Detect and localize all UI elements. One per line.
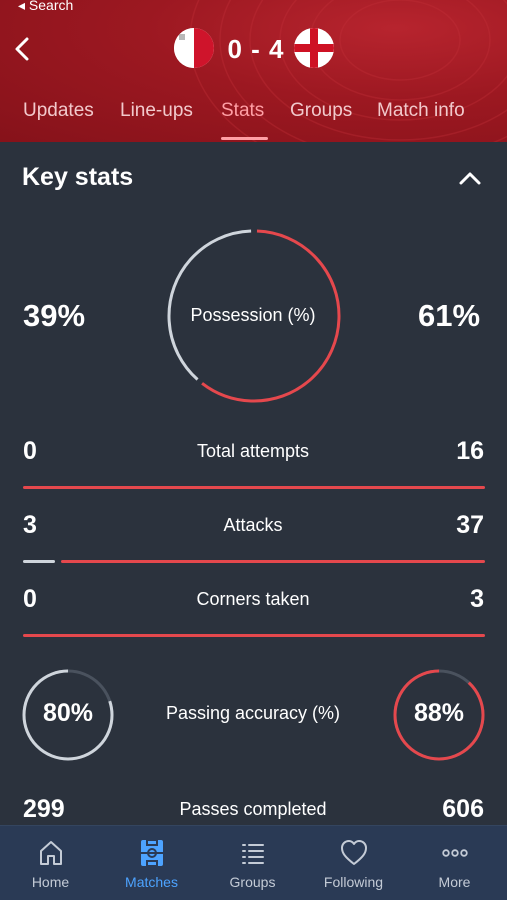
match-score: 0 - 4 bbox=[227, 34, 285, 64]
tab-match-info[interactable]: Match info bbox=[377, 100, 465, 122]
match-header: ◂ Search 0 - 4 Updates Line-ups Stats Gr… bbox=[0, 0, 507, 142]
scoreline: 0 - 4 bbox=[0, 28, 507, 72]
tab-updates[interactable]: Updates bbox=[23, 100, 94, 122]
nav-matches[interactable]: Matches bbox=[101, 826, 202, 900]
chevron-up-icon[interactable] bbox=[458, 168, 482, 188]
possession-label: Possession (%) bbox=[190, 305, 316, 325]
corners-away-bar bbox=[23, 634, 485, 637]
passes-completed-home-value: 299 bbox=[23, 795, 65, 823]
nav-home[interactable]: Home bbox=[0, 826, 101, 900]
home-icon bbox=[40, 841, 62, 865]
bottom-navigation: Home Matches Groups Following More bbox=[0, 825, 507, 900]
possession-away-value: 61% bbox=[418, 298, 481, 333]
tab-line-ups[interactable]: Line-ups bbox=[120, 100, 193, 122]
nav-groups-label: Groups bbox=[229, 874, 276, 890]
nav-more[interactable]: More bbox=[404, 826, 505, 900]
heart-icon bbox=[341, 840, 367, 865]
nav-following-label: Following bbox=[323, 874, 384, 890]
nav-groups[interactable]: Groups bbox=[202, 826, 303, 900]
nav-more-label: More bbox=[438, 874, 471, 890]
corners-away-value: 3 bbox=[470, 585, 484, 613]
total-attempts-away-value: 16 bbox=[456, 437, 484, 465]
pitch-icon bbox=[141, 839, 163, 867]
list-icon bbox=[242, 844, 264, 864]
tab-stats[interactable]: Stats bbox=[221, 100, 264, 122]
corners-label: Corners taken bbox=[196, 589, 310, 609]
passing-accuracy-away-value: 88% bbox=[413, 699, 465, 727]
nav-following[interactable]: Following bbox=[303, 826, 404, 900]
nav-matches-label: Matches bbox=[125, 874, 178, 890]
active-tab-indicator bbox=[221, 137, 268, 140]
passing-accuracy-home-value: 80% bbox=[42, 699, 94, 727]
total-attempts-away-bar bbox=[23, 486, 485, 489]
total-attempts-home-value: 0 bbox=[23, 437, 37, 465]
corners-home-value: 0 bbox=[23, 585, 37, 613]
passing-accuracy-label: Passing accuracy (%) bbox=[165, 703, 341, 723]
back-to-search-link[interactable]: ◂ Search bbox=[18, 0, 73, 14]
possession-home-value: 39% bbox=[23, 298, 86, 333]
attacks-label: Attacks bbox=[223, 515, 283, 535]
match-tabs: Updates Line-ups Stats Groups Match info bbox=[0, 98, 507, 142]
attacks-away-bar bbox=[60, 560, 485, 563]
passes-completed-label: Passes completed bbox=[179, 799, 327, 819]
tab-groups[interactable]: Groups bbox=[290, 100, 352, 122]
nav-home-label: Home bbox=[31, 874, 70, 890]
attacks-home-value: 3 bbox=[23, 511, 37, 539]
attacks-away-value: 37 bbox=[456, 511, 484, 539]
total-attempts-label: Total attempts bbox=[196, 441, 310, 461]
malta-flag-icon bbox=[174, 28, 214, 68]
more-icon bbox=[442, 849, 468, 857]
passes-completed-away-value: 606 bbox=[442, 795, 484, 823]
attacks-home-bar bbox=[23, 560, 55, 563]
england-flag-icon bbox=[294, 28, 334, 68]
key-stats-title: Key stats bbox=[22, 163, 134, 191]
